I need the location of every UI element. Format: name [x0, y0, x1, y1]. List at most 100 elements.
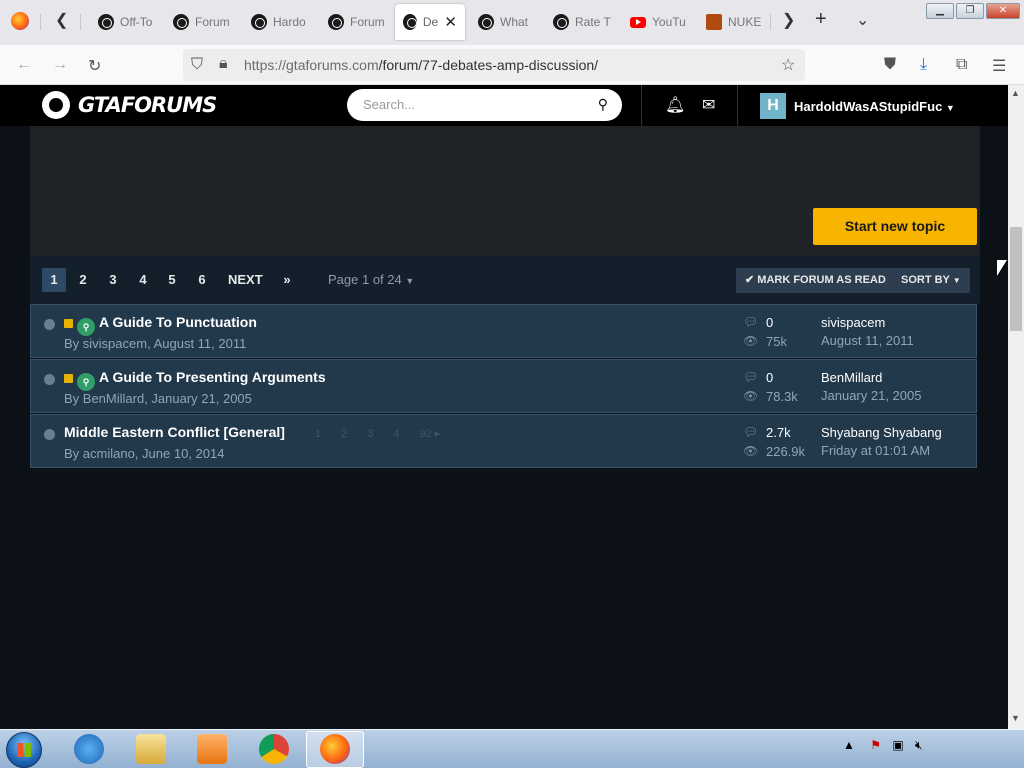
messages-envelope-icon[interactable]: ✉	[702, 95, 715, 115]
topic-list: ⚲ A Guide To Punctuation By sivispacem, A…	[30, 304, 977, 469]
list-tabs-chevron-down-icon[interactable]: ⌄	[856, 10, 869, 30]
mini-page-link[interactable]: 92 ▸	[420, 428, 441, 440]
page-link[interactable]: 3	[101, 268, 125, 292]
last-poster-link[interactable]: sivispacem	[821, 315, 885, 330]
mouse-cursor-icon	[997, 260, 1007, 276]
avatar[interactable]: H	[760, 93, 786, 119]
scroll-thumb[interactable]	[1010, 227, 1022, 331]
tab-label: Off-To	[120, 15, 153, 29]
browser-tab[interactable]: Hardo	[243, 4, 317, 40]
last-post-date-link[interactable]: Friday at 01:01 AM	[821, 443, 930, 458]
close-tab-icon[interactable]: ✕	[444, 13, 457, 31]
firefox-icon[interactable]	[320, 734, 350, 764]
mark-forum-read-button[interactable]: ✔ MARK FORUM AS READ	[736, 268, 895, 293]
start-button[interactable]	[6, 732, 42, 768]
page-link[interactable]: 6	[190, 268, 214, 292]
topic-title-link[interactable]: ⚲ A Guide To Punctuation	[64, 314, 257, 336]
page-jump-dropdown[interactable]: Page 1 of 24 ▼	[328, 272, 414, 287]
unread-status-icon[interactable]	[44, 429, 55, 440]
views-eye-icon: 👁︎	[743, 334, 759, 348]
mini-page-link[interactable]: 3	[367, 428, 373, 440]
media-player-icon[interactable]	[197, 734, 227, 764]
network-icon[interactable]: ▣	[892, 738, 903, 752]
close-window-button[interactable]: ✕	[986, 3, 1020, 19]
last-page-link[interactable]: »	[275, 268, 299, 292]
unread-status-icon[interactable]	[44, 374, 55, 385]
url-host: https://gtaforums.com	[244, 57, 379, 73]
show-hidden-icons-arrow-icon[interactable]: ▲	[843, 738, 855, 752]
view-count: 78.3k	[766, 389, 798, 404]
scroll-down-arrow-icon[interactable]: ▼	[1011, 713, 1020, 723]
tab-scroll-left-icon[interactable]: ❮	[55, 10, 68, 30]
extensions-icon[interactable]: ⧉	[956, 56, 967, 74]
unread-status-icon[interactable]	[44, 319, 55, 330]
restore-window-button[interactable]: ❐	[956, 3, 984, 19]
page-scrollbar[interactable]: ▲ ▼	[1008, 85, 1024, 729]
search-icon[interactable]: ⚲	[598, 96, 608, 113]
hamburger-menu-icon[interactable]: ☰	[992, 56, 1006, 76]
file-explorer-folder-icon[interactable]	[136, 734, 166, 764]
start-new-topic-button[interactable]: Start new topic	[813, 208, 977, 245]
browser-nav-bar: ← → ↻ ⛉ 🔒︎ https://gtaforums.com/forum/7…	[0, 45, 1024, 85]
page-link[interactable]: 5	[160, 268, 184, 292]
pin-icon: ⚲	[77, 373, 95, 391]
last-poster-link[interactable]: Shyabang Shyabang	[821, 425, 942, 440]
tab-label: What	[500, 15, 529, 29]
reload-icon[interactable]: ↻	[88, 56, 101, 76]
forward-arrow-icon[interactable]: →	[52, 56, 68, 74]
back-arrow-icon[interactable]: ←	[16, 56, 32, 74]
topic-row[interactable]: Middle Eastern Conflict [General] 1 2 3 4 92…	[30, 414, 977, 468]
page-link-current[interactable]: 1	[42, 268, 66, 292]
mini-page-link[interactable]: 4	[393, 428, 399, 440]
mark-read-label: MARK FORUM AS READ	[757, 274, 886, 286]
browser-tab[interactable]: Off-To	[90, 4, 164, 40]
topic-row[interactable]: ⚲ A Guide To Presenting Arguments By BenM…	[30, 359, 977, 413]
page-link[interactable]: 2	[71, 268, 95, 292]
sort-by-button[interactable]: SORT BY ▼	[892, 268, 970, 293]
browser-tab[interactable]: What	[470, 4, 544, 40]
minimize-window-button[interactable]: ▁	[926, 3, 954, 19]
lock-icon	[64, 374, 73, 383]
page-of-label: Page 1 of 24	[328, 272, 402, 287]
site-logo[interactable]: GTAFORUMS	[42, 91, 217, 119]
user-menu[interactable]: HardoldWasAStupidFuc ▼	[794, 99, 955, 114]
tracking-shield-icon[interactable]: ⛉	[191, 56, 203, 74]
pocket-icon[interactable]: ⛊	[884, 56, 896, 74]
bookmark-star-icon[interactable]: ☆	[781, 55, 795, 75]
new-tab-icon[interactable]: +	[815, 8, 827, 31]
mini-page-link[interactable]: 2	[341, 428, 347, 440]
youtube-favicon-icon	[630, 16, 646, 28]
last-post-date-link[interactable]: January 21, 2005	[821, 388, 921, 403]
browser-tab-active[interactable]: Del ✕	[395, 4, 465, 40]
next-page-link[interactable]: NEXT	[228, 268, 263, 292]
chrome-icon[interactable]	[259, 734, 289, 764]
reply-count: 0	[766, 370, 774, 385]
topic-title-link[interactable]: Middle Eastern Conflict [General]	[64, 424, 285, 440]
views-eye-icon: 👁︎	[743, 444, 759, 458]
firefox-menu-icon[interactable]	[11, 12, 29, 30]
last-poster-link[interactable]: BenMillard	[821, 370, 882, 385]
browser-tab[interactable]: Rate T	[545, 4, 619, 40]
mini-page-link[interactable]: 1	[315, 428, 321, 440]
nuke-favicon-icon	[706, 14, 722, 30]
topic-title-link[interactable]: ⚲ A Guide To Presenting Arguments	[64, 369, 326, 391]
scroll-up-arrow-icon[interactable]: ▲	[1011, 88, 1020, 98]
search-input[interactable]: Search... ⚲	[347, 89, 622, 121]
browser-tab[interactable]: NUKE	[698, 4, 770, 40]
tab-label: Forum	[195, 15, 230, 29]
lock-icon[interactable]: 🔒︎	[219, 55, 228, 73]
topic-row[interactable]: ⚲ A Guide To Punctuation By sivispacem, A…	[30, 304, 977, 358]
downloads-icon[interactable]: ⤓	[920, 56, 927, 74]
browser-tab[interactable]: Forum	[165, 4, 239, 40]
notifications-bell-icon[interactable]: 🔔︎	[665, 95, 685, 115]
browser-tab[interactable]: YouTu	[622, 4, 698, 40]
tab-scroll-right-icon[interactable]: ❯	[782, 10, 795, 30]
internet-explorer-icon[interactable]	[74, 734, 104, 764]
address-bar[interactable]: ⛉ 🔒︎ https://gtaforums.com/forum/77-deba…	[183, 49, 805, 81]
action-center-flag-icon[interactable]: ⚑	[870, 738, 881, 752]
browser-tab[interactable]: Forum	[320, 4, 394, 40]
page-link[interactable]: 4	[131, 268, 155, 292]
last-post-date-link[interactable]: August 11, 2011	[821, 333, 914, 348]
logo-text: GTAFORUMS	[78, 93, 217, 117]
volume-muted-icon[interactable]: 🔇︎	[915, 738, 923, 752]
